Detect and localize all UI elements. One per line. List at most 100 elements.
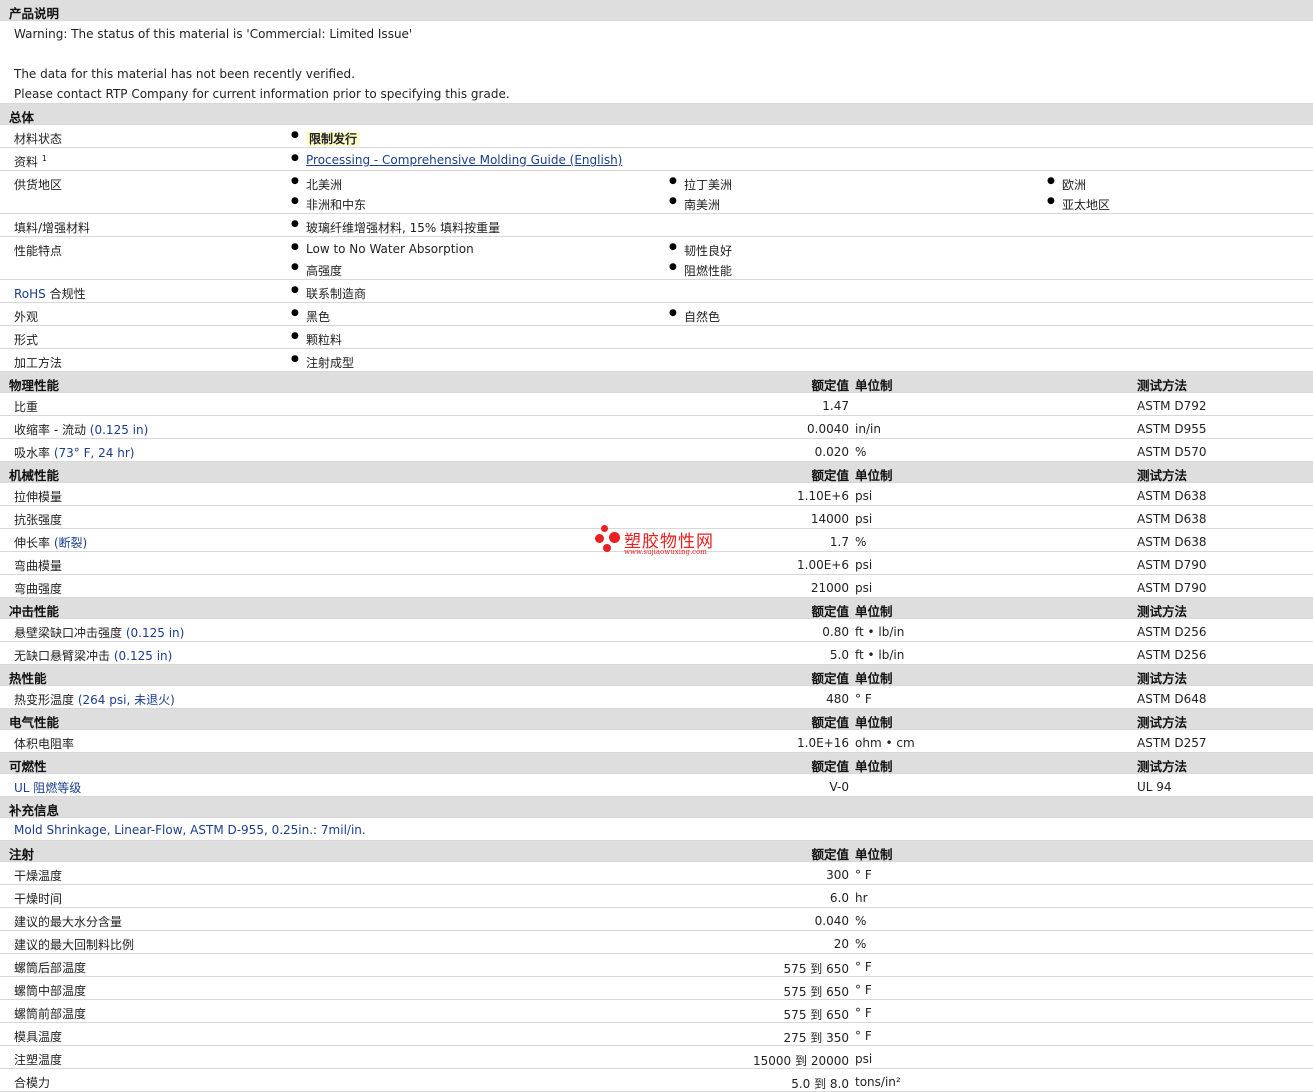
region-item: 非洲和中东 [291,196,366,213]
property-unit: ° F [855,692,872,706]
property-value: 1.10E+6 [797,489,849,503]
property-value: 0.040 [814,914,849,928]
property-label: 干燥温度 [14,869,63,883]
column-header-test: 测试方法 [1137,378,1188,393]
property-condition: (断裂) [53,536,88,550]
property-value: 480 [826,692,849,706]
column-header-unit: 单位制 [855,759,893,774]
footnote-marker: 1 [41,154,47,163]
feature-item: 高强度 [291,262,342,279]
row-label: 资料 1 [14,154,47,169]
property-row: 螺筒中部温度 575 到 650 ° F [0,977,1313,1000]
property-row: 注塑温度 15000 到 20000 psi [0,1046,1313,1069]
section-header-flammability: 可燃性 额定值 单位制 测试方法 [0,753,1313,774]
property-label: 注塑温度 [14,1053,63,1067]
feature-item: 韧性良好 [669,242,732,259]
property-value: 0.0040 [807,422,849,436]
property-unit: ft • lb/in [855,625,905,639]
row-label: 外观 [14,310,39,324]
row-supply-region: 供货地区 北美洲 拉丁美洲 欧洲 非洲和中东 南美洲 亚太地区 [0,171,1313,214]
property-unit: in/in [855,422,881,436]
property-value: 1.0E+16 [797,736,849,750]
supplement-row: Mold Shrinkage, Linear-Flow, ASTM D-955,… [0,818,1313,841]
appearance-item: 自然色 [669,308,720,325]
property-row: 干燥温度 300 ° F [0,862,1313,885]
property-row: 模具温度 275 到 350 ° F [0,1023,1313,1046]
column-header-value: 额定值 [811,847,849,862]
resource-item: Processing - Comprehensive Molding Guide… [291,153,622,167]
supplement-text: Mold Shrinkage, Linear-Flow, ASTM D-955,… [14,823,366,837]
form-value: 颗粒料 [291,331,342,348]
row-form: 形式 颗粒料 [0,326,1313,349]
property-test-method: ASTM D792 [1137,399,1207,413]
processing-guide-link[interactable]: Processing - Comprehensive Molding Guide… [306,153,622,167]
property-row: 螺筒前部温度 575 到 650 ° F [0,1000,1313,1023]
watermark-en: www.sujiaowuxing.com [624,548,707,556]
property-label: 悬壁梁缺口冲击强度 (0.125 in) [14,626,185,640]
column-header-unit: 单位制 [855,847,893,862]
property-value: 575 到 650 [783,962,849,976]
property-unit: ft • lb/in [855,648,905,662]
property-value: 21000 [810,581,849,595]
property-label: 抗张强度 [14,513,63,527]
column-header-value: 额定值 [811,378,849,393]
section-title: 总体 [9,110,35,125]
property-label: 建议的最大水分含量 [14,915,123,929]
row-appearance: 外观 黑色 自然色 [0,303,1313,326]
region-item: 南美洲 [669,196,720,213]
property-value: 5.0 [829,648,849,662]
section-header-mechanical: 机械性能 额定值 单位制 测试方法 [0,462,1313,483]
property-unit: ° F [855,1029,872,1043]
property-value: 15000 到 20000 [753,1054,849,1068]
property-label: UL 阻燃等级 [14,781,82,795]
property-value: 20 [833,937,849,951]
section-title: 产品说明 [9,6,60,21]
property-value: 1.00E+6 [797,558,849,572]
property-label: 建议的最大回制料比例 [14,938,135,952]
property-row: 建议的最大回制料比例 20% [0,931,1313,954]
property-unit: tons/in² [855,1075,901,1089]
row-label: RoHS 合规性 [14,287,86,301]
property-label: 无缺口悬臂梁冲击 (0.125 in) [14,649,173,663]
property-value: 275 到 350 [783,1031,849,1045]
rohs-value: 联系制造商 [291,285,366,302]
property-row: 悬壁梁缺口冲击强度 (0.125 in) 0.80 ft • lb/in ASTM D… [0,619,1313,642]
property-condition: (264 psi, 未退火) [77,693,175,707]
section-title: 可燃性 [9,759,47,774]
feature-item: Low to No Water Absorption [291,242,474,256]
property-test-method: ASTM D257 [1137,736,1207,750]
property-label: 弯曲模量 [14,559,63,573]
property-unit: % [855,914,867,928]
process-value: 注射成型 [291,354,354,371]
property-test-method: ASTM D638 [1137,489,1207,503]
property-label: 比重 [14,400,39,414]
section-title: 物理性能 [9,378,60,393]
property-condition: (0.125 in) [125,626,185,640]
status-badge: 限制发行 [306,132,361,146]
property-label: 干燥时间 [14,892,63,906]
section-header-electrical: 电气性能 额定值 单位制 测试方法 [0,709,1313,730]
property-value: 5.0 到 8.0 [791,1077,849,1091]
description-block: Warning: The status of this material is … [0,21,1313,104]
column-header-unit: 单位制 [855,378,893,393]
section-header-description: 产品说明 [0,0,1313,21]
property-row: 合模力 5.0 到 8.0 tons/in² [0,1069,1313,1092]
property-row: 无缺口悬臂梁冲击 (0.125 in) 5.0 ft • lb/in ASTM D25… [0,642,1313,665]
section-header-impact: 冲击性能 额定值 单位制 测试方法 [0,598,1313,619]
property-unit: psi [855,489,873,503]
property-unit: ohm • cm [855,736,915,750]
section-title: 注射 [9,847,35,862]
column-header-value: 额定值 [811,671,849,686]
region-item: 拉丁美洲 [669,176,732,193]
property-value: 0.020 [814,445,849,459]
contact-text: Please contact RTP Company for current i… [14,87,510,101]
column-header-test: 测试方法 [1137,604,1188,619]
row-features: 性能特点 Low to No Water Absorption 韧性良好 高强度… [0,237,1313,280]
verify-text: The data for this material has not been … [14,67,355,81]
property-label: 螺筒中部温度 [14,984,87,998]
property-condition: (0.125 in) [89,423,149,437]
property-unit: psi [855,581,873,595]
section-title: 机械性能 [9,468,60,483]
property-row: 弯曲强度 21000 psi ASTM D790 [0,575,1313,598]
column-header-value: 额定值 [811,715,849,730]
